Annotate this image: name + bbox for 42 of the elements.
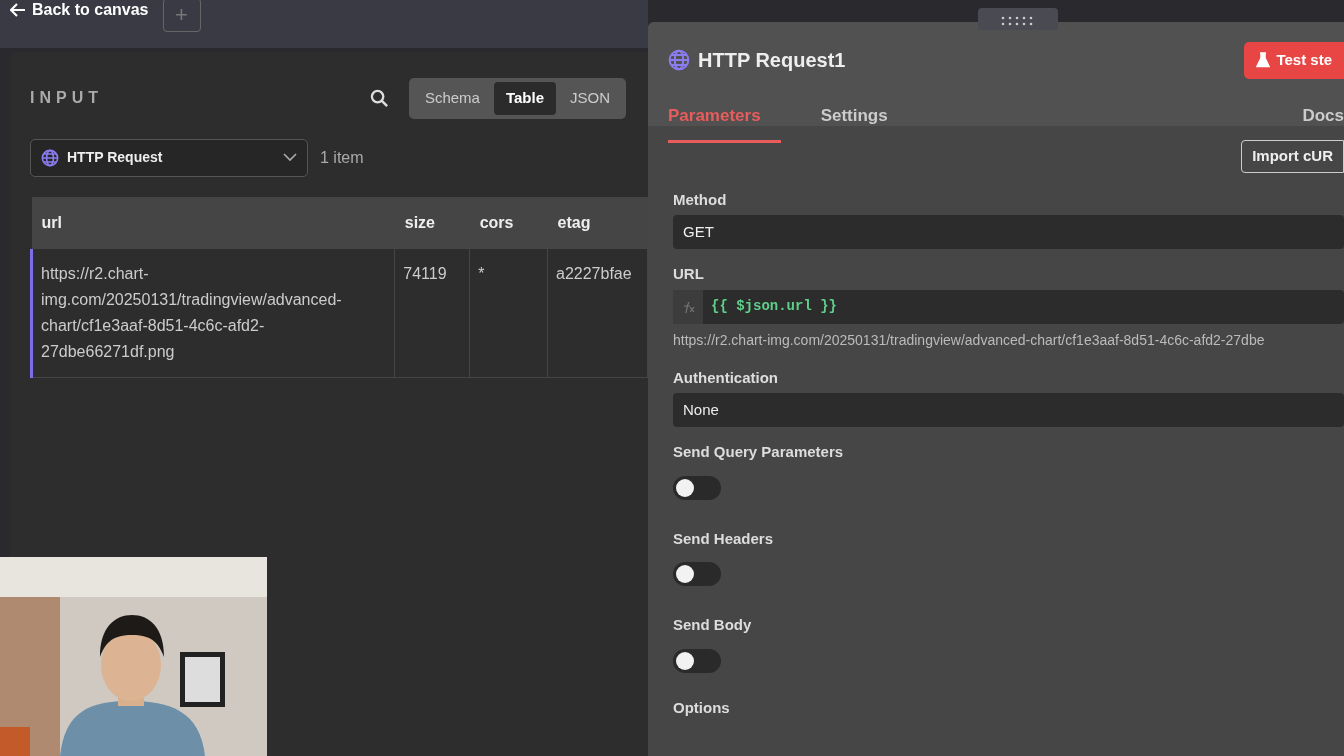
view-tab[interactable]: Table [493,82,556,115]
item-count: 1 item [320,147,364,168]
url-preview: https://r2.chart-img.com/20250131/tradingview/advanced-chart/cf1e3aaf-8d51-4c6c-afd2-27dbe [673,330,1266,350]
field-label: Method [673,189,728,210]
toggle-switch[interactable] [673,562,721,586]
field-label: Send Query Parameters [673,442,845,462]
field-label: Send Headers [673,528,775,549]
docs-link[interactable]: Docs [1302,94,1344,143]
chevron-down-icon [283,153,297,162]
back-link[interactable]: Back to canvas [10,0,149,22]
select-field[interactable]: GET [673,215,1344,249]
view-tab[interactable]: Schema [412,82,492,115]
search-icon[interactable] [369,88,389,108]
table-cell: 74119 [394,248,470,377]
node-select[interactable]: HTTP Request [30,138,308,177]
expression-field[interactable]: {{ $json.url }} [673,289,1344,324]
field-label: URL [673,264,705,284]
drag-handle[interactable] [978,8,1058,30]
toggle-switch[interactable] [673,648,721,673]
flask-icon [1256,52,1271,69]
function-icon [673,289,703,324]
field-label: Send Body [673,615,753,635]
table-cell: a2227bfae [547,248,648,377]
panel-title: INPUT [30,88,103,109]
select-field[interactable]: None [673,393,1344,427]
panel-tab[interactable]: Settings [820,94,888,143]
column-header: etag [547,196,648,249]
field-label: Options [673,697,731,718]
table-cell: https://r2.chart-img.com/20250131/tradingview/advanced-chart/cf1e3aaf-8d51-4c6c-afd2-27dbe66271df.png [31,248,395,377]
field-label: Authentication [673,367,779,388]
arrow-left-icon [10,3,26,17]
table-cell: * [469,248,548,377]
column-header: url [31,196,395,249]
import-curl-button[interactable]: Import cUR [1241,140,1344,173]
column-header: size [394,196,470,249]
node-title: HTTP Request1 [698,48,847,74]
globe-icon [668,49,690,72]
globe-icon [41,148,59,167]
toggle-switch[interactable] [673,475,721,500]
view-tab[interactable]: JSON [558,82,622,115]
column-header: cors [469,196,548,249]
test-step-button[interactable]: Test ste [1244,42,1344,79]
